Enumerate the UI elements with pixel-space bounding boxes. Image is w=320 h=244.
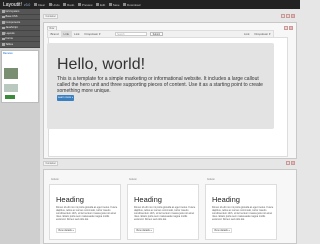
nav-dropdown[interactable]: Dropdown ▾: [82, 31, 103, 37]
column-heading: Heading: [212, 195, 240, 204]
close-icon[interactable]: [291, 161, 295, 165]
navbar-right: Link Dropdown ▾: [241, 32, 273, 36]
column-text: Donec id elit non mi porta gravida at eg…: [134, 206, 196, 222]
column-heading: Heading: [56, 195, 84, 204]
redo-icon: [63, 3, 67, 6]
download-icon: [123, 3, 127, 6]
undo-icon: [48, 3, 52, 6]
drag-icon[interactable]: [284, 26, 288, 30]
view-details-button[interactable]: View details »: [134, 228, 154, 233]
version-badge: v3.0: [23, 2, 31, 7]
thumbnail-image: [4, 67, 18, 79]
column-2: Column Heading Donec id elit non mi port…: [127, 179, 199, 240]
column-text: Donec id elit non mi porta gravida at eg…: [56, 206, 118, 222]
column-tag[interactable]: Column: [51, 179, 59, 181]
column-text: Donec id elit non mi porta gravida at eg…: [212, 206, 274, 222]
components-icon: [2, 21, 5, 24]
top-toolbar: Layoutit! v3.0 Clear Undo Redo Preview Ed…: [0, 0, 300, 9]
js-icon: [2, 26, 5, 29]
edit-button[interactable]: Edit: [96, 3, 105, 7]
trash-icon: [33, 3, 37, 6]
column-1: Column Heading Donec id elit non mi port…: [49, 179, 121, 240]
pencil-icon: [96, 3, 100, 6]
green-button[interactable]: [5, 94, 15, 99]
jumbotron: Hello, world! This is a template for a s…: [47, 43, 274, 129]
grid-icon: [2, 10, 5, 13]
layout-icon: [2, 32, 5, 35]
container-tag[interactable]: Container: [43, 14, 59, 19]
submit-button[interactable]: Submit: [150, 31, 163, 37]
save-button[interactable]: Save: [108, 3, 120, 7]
column-tag[interactable]: Column: [207, 179, 215, 181]
close-icon[interactable]: [291, 14, 295, 18]
view-details-button[interactable]: View details »: [56, 228, 76, 233]
drag-icon[interactable]: [286, 161, 290, 165]
edit-icon[interactable]: [286, 14, 290, 18]
nav-link-right[interactable]: Link: [241, 32, 252, 36]
row-tools: [281, 14, 295, 18]
thumbnail-image-2: [4, 83, 18, 92]
sidebar: Grid system Base CSS Components JavaScri…: [0, 9, 40, 244]
column-heading: Heading: [134, 195, 162, 204]
remove-link[interactable]: Remove: [2, 51, 38, 56]
search-input[interactable]: Search: [115, 31, 148, 37]
download-button[interactable]: Download: [123, 3, 140, 7]
table-icon: [2, 43, 5, 46]
save-icon: [108, 3, 112, 6]
sidebar-preview-panel: Remove: [1, 49, 39, 103]
sidebar-item-tables[interactable]: Tables: [0, 42, 40, 48]
clear-button[interactable]: Clear: [33, 3, 45, 7]
column-3: Column Heading Donec id elit non mi port…: [205, 179, 277, 240]
nav-link-2[interactable]: Link: [72, 31, 83, 37]
navbar: Brand Link Link Dropdown ▾ Search Submit…: [47, 30, 274, 38]
close-icon[interactable]: [289, 26, 293, 30]
jumbotron-title: Hello, world!: [57, 56, 146, 73]
column-tag[interactable]: Column: [129, 179, 137, 181]
nav-link-1[interactable]: Link: [61, 31, 72, 37]
undo-button[interactable]: Undo: [48, 3, 60, 7]
form-icon: [2, 37, 5, 40]
nav-dropdown-right[interactable]: Dropdown ▾: [252, 32, 273, 36]
app-logo[interactable]: Layoutit! v3.0: [0, 2, 30, 8]
row-tools: [286, 161, 295, 165]
preview-button[interactable]: Preview: [77, 3, 93, 7]
css-icon: [2, 15, 5, 18]
container-tag-2[interactable]: Container: [43, 161, 59, 166]
layout-canvas: Container Row Brand Link Link Dropdown ▾…: [40, 9, 300, 244]
view-details-button[interactable]: View details »: [212, 228, 232, 233]
navbar-brand[interactable]: Brand: [48, 31, 61, 37]
row-tools: [284, 26, 293, 30]
redo-button[interactable]: Redo: [63, 3, 74, 7]
drag-icon[interactable]: [281, 14, 285, 18]
learn-more-button[interactable]: Learn more »: [57, 95, 74, 101]
eye-icon: [77, 3, 81, 6]
jumbotron-text: This is a template for a simple marketin…: [57, 76, 263, 95]
